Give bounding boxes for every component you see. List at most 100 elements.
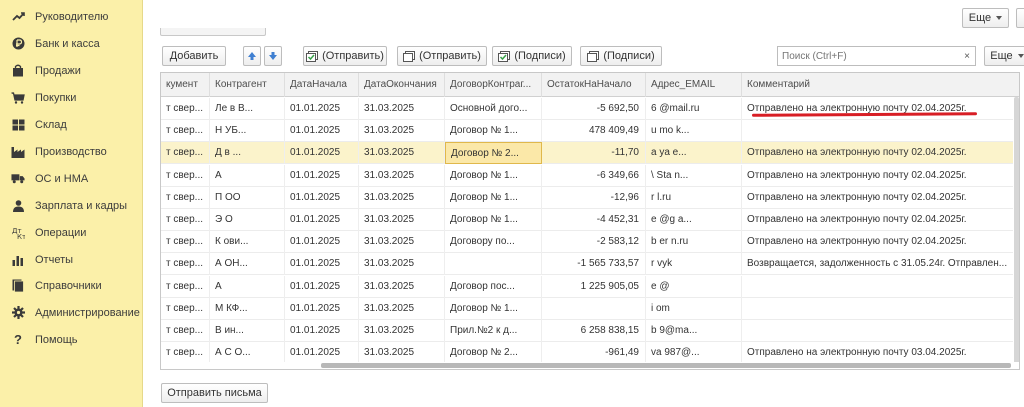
- table-cell[interactable]: Договор № 1...: [445, 297, 542, 320]
- table-row[interactable]: т свер... К ови... 01.01.2025 31.03.2025 Дог…: [161, 231, 1019, 254]
- table-cell[interactable]: т свер...: [161, 253, 210, 276]
- table-row[interactable]: т свер... Н УБ... 01.01.2025 31.03.2025 Дого…: [161, 120, 1019, 143]
- vertical-scroll-thumb[interactable]: [1014, 97, 1019, 367]
- table-cell[interactable]: 6 @mail.ru: [646, 98, 742, 120]
- table-cell[interactable]: 6 258 838,15: [542, 320, 646, 342]
- table-cell[interactable]: Договору по...: [445, 231, 542, 254]
- table-cell[interactable]: 01.01.2025: [285, 186, 359, 209]
- table-cell[interactable]: 31.03.2025: [359, 297, 445, 320]
- table-cell[interactable]: [742, 320, 1019, 342]
- table-cell[interactable]: Договор пос...: [445, 275, 542, 298]
- table-more-button[interactable]: Еще: [984, 46, 1024, 66]
- table-cell[interactable]: 31.03.2025: [359, 209, 445, 231]
- table-cell[interactable]: va 987@...: [646, 342, 742, 365]
- table-cell[interactable]: 01.01.2025: [285, 231, 359, 254]
- table-cell[interactable]: т свер...: [161, 297, 210, 320]
- table-cell[interactable]: К ови...: [210, 231, 285, 254]
- table-cell[interactable]: -1 565 733,57: [542, 253, 646, 276]
- table-cell[interactable]: b er n.ru: [646, 231, 742, 254]
- table-cell[interactable]: А ОН...: [210, 253, 285, 276]
- table-cell[interactable]: Отправлено на электронную почту 02.04.20…: [742, 187, 1019, 209]
- sidebar-item-0[interactable]: Руководителю: [0, 3, 143, 30]
- table-cell[interactable]: 31.03.2025: [359, 142, 445, 165]
- table-cell[interactable]: Возвращается, задолженность с 31.05.24г.…: [742, 253, 1019, 275]
- column-header-3[interactable]: ДатаОкончания: [359, 73, 445, 97]
- table-cell[interactable]: e @g a...: [646, 209, 742, 231]
- sign-button[interactable]: (Подписи): [580, 46, 662, 66]
- table-row[interactable]: т свер... М КФ... 01.01.2025 31.03.2025 Дого…: [161, 297, 1019, 320]
- table-cell[interactable]: Договор № 1...: [445, 120, 542, 143]
- table-cell[interactable]: 01.01.2025: [285, 275, 359, 298]
- sign-checked-button[interactable]: (Подписи): [492, 46, 572, 66]
- table-cell[interactable]: т свер...: [161, 186, 210, 209]
- table-row[interactable]: т свер... Э О 01.01.2025 31.03.2025 Договор …: [161, 209, 1019, 231]
- table-cell[interactable]: -12,96: [542, 186, 646, 209]
- more-menu-button[interactable]: Еще: [962, 8, 1009, 28]
- table-cell[interactable]: т свер...: [161, 98, 210, 120]
- table-cell[interactable]: Договор № 1...: [445, 164, 542, 187]
- table-cell[interactable]: Отправлено на электронную почту 02.04.20…: [742, 165, 1019, 187]
- table-cell[interactable]: 01.01.2025: [285, 142, 359, 165]
- table-cell[interactable]: т свер...: [161, 320, 210, 342]
- table-row[interactable]: т свер... Д в ... 01.01.2025 31.03.2025 Дого…: [161, 142, 1019, 165]
- table-cell[interactable]: 31.03.2025: [359, 342, 445, 365]
- table-cell[interactable]: Договор № 1...: [445, 186, 542, 209]
- send-button[interactable]: (Отправить): [397, 46, 487, 66]
- table-cell[interactable]: т свер...: [161, 164, 210, 187]
- table-cell[interactable]: r l.ru: [646, 186, 742, 209]
- table-cell[interactable]: т свер...: [161, 142, 210, 165]
- table-cell[interactable]: т свер...: [161, 342, 210, 365]
- table-cell[interactable]: т свер...: [161, 275, 210, 298]
- table-cell[interactable]: 01.01.2025: [285, 320, 359, 342]
- column-header-6[interactable]: Адрес_EMAIL: [646, 73, 742, 97]
- table-cell[interactable]: 31.03.2025: [359, 320, 445, 342]
- table-cell[interactable]: -2 583,12: [542, 231, 646, 254]
- table-cell[interactable]: 01.01.2025: [285, 98, 359, 120]
- table-cell[interactable]: -11,70: [542, 142, 646, 165]
- table-cell[interactable]: 01.01.2025: [285, 120, 359, 143]
- table-cell[interactable]: Отправлено на электронную почту 02.04.20…: [742, 142, 1019, 164]
- table-cell[interactable]: Э О: [210, 209, 285, 231]
- table-cell[interactable]: А: [210, 164, 285, 187]
- table-cell[interactable]: -6 349,66: [542, 164, 646, 187]
- column-header-1[interactable]: Контрагент: [210, 73, 285, 97]
- table-cell[interactable]: 31.03.2025: [359, 253, 445, 276]
- table-cell[interactable]: [542, 297, 646, 320]
- move-down-button[interactable]: [264, 46, 282, 66]
- sidebar-item-5[interactable]: Производство: [0, 138, 143, 165]
- table-cell[interactable]: -4 452,31: [542, 209, 646, 231]
- table-row[interactable]: т свер... А С О... 01.01.2025 31.03.2025 Дог…: [161, 342, 1019, 365]
- table-row[interactable]: т свер... В ин... 01.01.2025 31.03.2025 Прил…: [161, 320, 1019, 342]
- table-cell[interactable]: Д в ...: [210, 142, 285, 165]
- sidebar-item-12[interactable]: ? Помощь: [0, 326, 143, 353]
- table-cell[interactable]: -961,49: [542, 342, 646, 365]
- table-cell[interactable]: т свер...: [161, 120, 210, 143]
- table-cell[interactable]: П ОО: [210, 186, 285, 209]
- table-cell[interactable]: т свер...: [161, 231, 210, 254]
- table-cell[interactable]: т свер...: [161, 209, 210, 231]
- horizontal-scroll-thumb[interactable]: [321, 363, 1011, 368]
- extra-header-button[interactable]: [1016, 8, 1024, 28]
- table-cell[interactable]: 478 409,49: [542, 120, 646, 143]
- table-cell[interactable]: i om: [646, 297, 742, 320]
- table-row[interactable]: т свер... А 01.01.2025 31.03.2025 Договор № …: [161, 164, 1019, 187]
- table-cell[interactable]: 01.01.2025: [285, 342, 359, 365]
- add-button[interactable]: Добавить: [162, 46, 226, 66]
- search-input[interactable]: [778, 47, 959, 65]
- table-cell[interactable]: А С О...: [210, 342, 285, 365]
- sidebar-item-6[interactable]: ОС и НМА: [0, 165, 143, 192]
- table-cell[interactable]: e @: [646, 275, 742, 298]
- sidebar-item-8[interactable]: Дт Кт Операции: [0, 219, 143, 246]
- table-cell[interactable]: 31.03.2025: [359, 98, 445, 120]
- table-cell[interactable]: Основной дого...: [445, 98, 542, 120]
- table-cell[interactable]: \ Sta n...: [646, 164, 742, 187]
- sidebar-item-9[interactable]: Отчеты: [0, 246, 143, 273]
- table-row[interactable]: т свер... Ле в В... 01.01.2025 31.03.2025 Ос…: [161, 98, 1019, 120]
- table-cell[interactable]: 01.01.2025: [285, 164, 359, 187]
- table-cell[interactable]: В ин...: [210, 320, 285, 342]
- sidebar-item-3[interactable]: Покупки: [0, 84, 143, 111]
- table-cell[interactable]: 31.03.2025: [359, 120, 445, 143]
- table-cell[interactable]: Договор № 1...: [445, 209, 542, 231]
- table-cell[interactable]: [742, 276, 1019, 298]
- table-cell[interactable]: Отправлено на электронную почту 02.04.20…: [742, 209, 1019, 231]
